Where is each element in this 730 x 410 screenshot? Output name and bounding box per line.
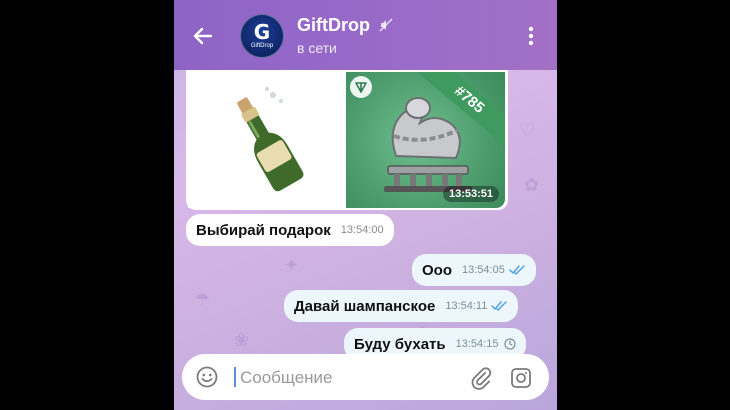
avatar-caption: GiftDrop	[250, 43, 274, 49]
text-caret	[234, 367, 236, 387]
message-time: 13:54:00	[340, 224, 384, 236]
emoji-icon[interactable]	[196, 366, 218, 388]
camera-icon[interactable]	[510, 367, 532, 389]
message-incoming[interactable]: Выбирай подарок 13:54:00	[186, 214, 394, 246]
avatar-letter: G	[253, 20, 271, 44]
message-input[interactable]: Сообщение	[240, 368, 333, 388]
chat-status: в сети	[297, 40, 337, 56]
message-time: 13:54:05	[462, 264, 505, 276]
doodle-icon: ✿	[524, 175, 540, 195]
back-arrow-icon[interactable]	[191, 24, 215, 48]
message-text: Давай шампанское	[294, 297, 436, 315]
chat-title[interactable]: GiftDrop	[297, 15, 370, 36]
gift-time: 13:53:51	[442, 186, 499, 202]
double-check-icon	[491, 301, 508, 311]
message-time: 13:54:15	[455, 338, 499, 350]
clip-icon[interactable]	[470, 366, 492, 390]
message-time: 13:54:11	[445, 300, 488, 312]
message-outgoing[interactable]: Давай шампанское 13:54:11	[284, 290, 519, 322]
doodle-icon: ☂	[194, 290, 211, 310]
champagne-bottle-icon	[236, 87, 303, 192]
collectible-gift[interactable]: #785 13:53:51	[346, 72, 505, 208]
message-text: Выбирай подарок	[196, 221, 331, 239]
message-input-bar: Сообщение	[182, 354, 549, 400]
gift-message[interactable]: #785 13:53:51	[186, 70, 508, 210]
chat-screen: ♡ ✿ ☂ ✦ ♪ ❀ ☀ G GiftDrop GiftDrop в сети	[174, 0, 557, 410]
chat-header: G GiftDrop GiftDrop в сети	[174, 0, 557, 70]
clock-icon	[504, 338, 517, 350]
message-text: Буду бухать	[354, 335, 446, 353]
message-outgoing[interactable]: Ооо 13:54:05	[412, 254, 536, 286]
mute-icon	[379, 18, 393, 32]
doodle-icon: ✦	[284, 255, 300, 275]
doodle-icon: ❀	[234, 330, 250, 350]
double-check-icon	[509, 265, 525, 275]
message-text: Ооо	[422, 261, 452, 279]
menu-icon[interactable]	[524, 25, 538, 47]
doodle-icon: ♡	[519, 120, 536, 140]
strong-arm-icon	[384, 97, 472, 192]
champagne-gift[interactable]	[188, 72, 343, 208]
avatar[interactable]: G GiftDrop	[240, 14, 284, 58]
